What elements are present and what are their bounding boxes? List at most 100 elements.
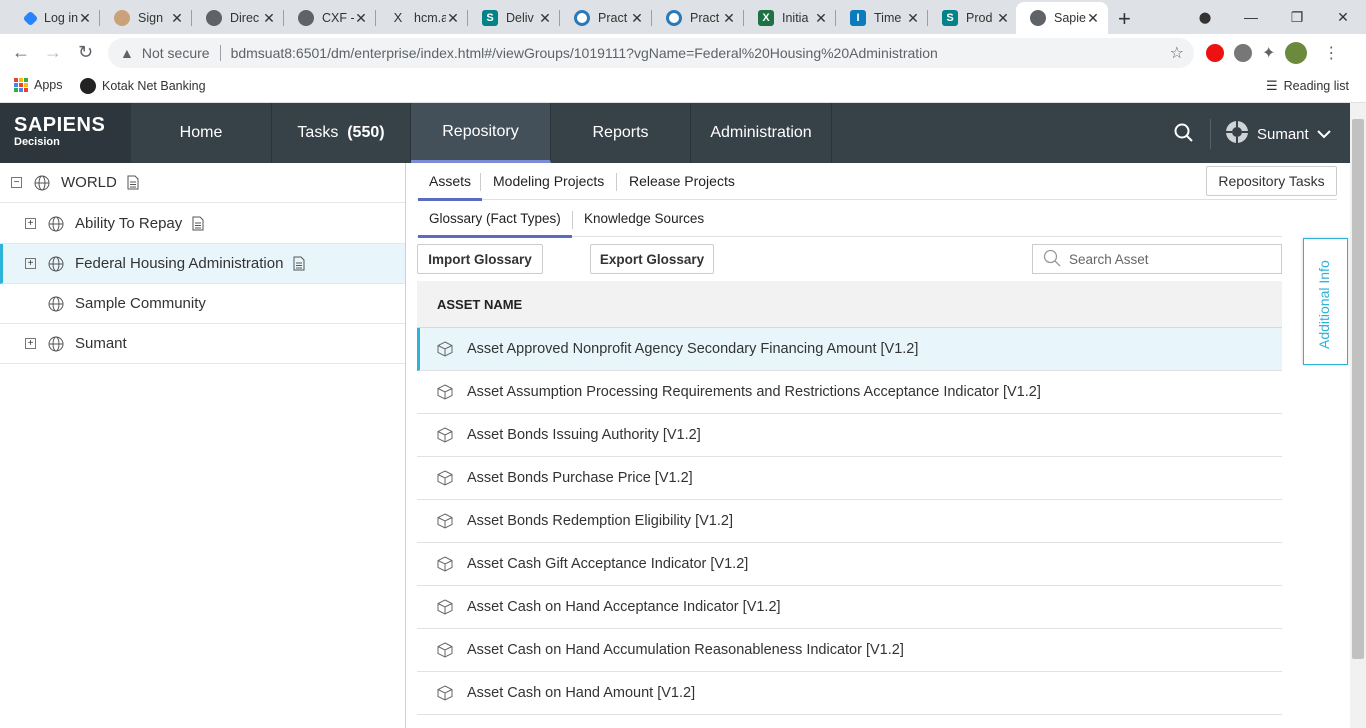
document-icon[interactable]	[293, 256, 305, 271]
tab-title: hcm.a	[414, 11, 446, 25]
asset-row[interactable]: Asset Cash on Hand Accumulation Reasonab…	[417, 629, 1282, 672]
export-glossary-button[interactable]: Export Glossary	[590, 244, 714, 274]
new-tab-button[interactable]: +	[1118, 6, 1131, 32]
expand-icon[interactable]: +	[25, 258, 36, 269]
nav-home[interactable]: Home	[131, 103, 272, 163]
document-icon[interactable]	[127, 175, 139, 190]
tab-title: Sign	[138, 11, 164, 25]
browser-tab[interactable]: S Prod ✕	[928, 4, 1018, 32]
tree-item-federal-housing-administration[interactable]: + Federal Housing Administration	[0, 244, 405, 284]
user-name: Sumant	[1257, 125, 1309, 143]
close-icon[interactable]: ✕	[1086, 10, 1100, 27]
group-tree: − WORLD + Ability To Repay + Federal Hou…	[0, 163, 406, 728]
tree-item-sumant[interactable]: + Sumant	[0, 324, 405, 364]
close-icon[interactable]: ✕	[538, 10, 552, 27]
tree-item-ability-to-repay[interactable]: + Ability To Repay	[0, 204, 405, 244]
asset-name: Asset Assumption Processing Requirements…	[467, 384, 1041, 400]
adblock-icon[interactable]	[1206, 44, 1224, 62]
user-avatar-icon	[1225, 120, 1249, 148]
apps-bookmark[interactable]: Apps	[14, 78, 63, 92]
minimize-icon[interactable]: —	[1228, 9, 1274, 25]
menu-dots-icon[interactable]: ⋮	[1323, 43, 1339, 63]
close-icon[interactable]: ✕	[354, 10, 368, 27]
collapse-icon[interactable]: −	[11, 177, 22, 188]
nav-repository[interactable]: Repository	[411, 103, 551, 163]
extension-icon[interactable]	[1234, 44, 1252, 62]
asset-row[interactable]: Asset Cash Gift Acceptance Indicator [V1…	[417, 543, 1282, 586]
sapiens-logo[interactable]: SAPIENS Decision	[0, 103, 131, 163]
tab-modeling-projects[interactable]: Modeling Projects	[493, 173, 604, 189]
browser-tab[interactable]: Log in ✕	[8, 4, 100, 32]
browser-tab[interactable]: Direc ✕	[192, 4, 284, 32]
close-icon[interactable]: ✕	[722, 10, 736, 27]
asset-row[interactable]: Asset Cash on Hand Amount [V1.2]	[417, 672, 1282, 715]
puzzle-icon[interactable]: ✦	[1262, 43, 1275, 63]
search-asset-input[interactable]: Search Asset	[1032, 244, 1282, 274]
tree-root-world[interactable]: − WORLD	[0, 163, 405, 203]
browser-tab-active[interactable]: Sapie ✕	[1016, 2, 1108, 34]
bookmark-star-icon[interactable]: ☆	[1170, 43, 1184, 63]
close-icon[interactable]: ✕	[906, 10, 920, 27]
cube-icon	[437, 599, 453, 615]
expand-icon[interactable]: +	[25, 338, 36, 349]
close-icon[interactable]: ✕	[630, 10, 644, 27]
close-icon[interactable]: ✕	[78, 10, 92, 27]
close-icon[interactable]: ✕	[814, 10, 828, 27]
browser-tab[interactable]: S Deliv ✕	[468, 4, 560, 32]
timesheet-icon: I	[850, 10, 866, 26]
sharepoint-icon: S	[482, 10, 498, 26]
asset-row[interactable]: Asset Bonds Redemption Eligibility [V1.2…	[417, 500, 1282, 543]
asset-row[interactable]: Asset Bonds Issuing Authority [V1.2]	[417, 414, 1282, 457]
nav-reports[interactable]: Reports	[551, 103, 691, 163]
additional-info-panel-toggle[interactable]: Additional Info	[1303, 238, 1348, 365]
import-glossary-button[interactable]: Import Glossary	[417, 244, 543, 274]
document-icon[interactable]	[192, 216, 204, 231]
kotak-bookmark[interactable]: Kotak Net Banking	[80, 78, 206, 94]
repository-tasks-button[interactable]: Repository Tasks	[1206, 166, 1337, 196]
browser-tab[interactable]: X hcm.a ✕	[376, 4, 468, 32]
tab-title: Prod	[966, 11, 993, 25]
nav-tasks[interactable]: Tasks (550)	[272, 103, 411, 163]
asset-row[interactable]: Asset Assumption Processing Requirements…	[417, 371, 1282, 414]
asset-row[interactable]: Asset Cash on Hand Acceptance Indicator …	[417, 586, 1282, 629]
close-icon[interactable]: ✕	[996, 10, 1010, 27]
back-icon[interactable]: ←	[12, 42, 30, 63]
address-bar[interactable]: ▲ Not secure bdmsuat8:6501/dm/enterprise…	[108, 38, 1194, 68]
forward-icon[interactable]: →	[44, 42, 62, 63]
close-window-icon[interactable]: ✕	[1320, 9, 1366, 26]
tab-search-icon[interactable]: ⬤	[1182, 11, 1228, 24]
tree-label: Sample Community	[75, 295, 206, 312]
avatar-icon	[114, 10, 130, 26]
cube-icon	[437, 685, 453, 701]
browser-tab[interactable]: I Time ✕	[836, 4, 928, 32]
browser-tab[interactable]: Sign ✕	[100, 4, 192, 32]
tab-release-projects[interactable]: Release Projects	[629, 173, 735, 189]
restore-icon[interactable]: ❐	[1274, 9, 1320, 26]
page-scrollbar[interactable]	[1350, 103, 1366, 728]
cube-icon	[437, 642, 453, 658]
close-icon[interactable]: ✕	[170, 10, 184, 27]
reading-list-bookmark[interactable]: ☰ Reading list	[1266, 78, 1349, 94]
browser-tab[interactable]: Pract ✕	[560, 4, 652, 32]
asset-row[interactable]: Asset Bonds Purchase Price [V1.2]	[417, 457, 1282, 500]
browser-tab[interactable]: X Initia ✕	[744, 4, 836, 32]
tab-glossary[interactable]: Glossary (Fact Types)	[418, 211, 572, 238]
asset-name-column-header[interactable]: ASSET NAME	[417, 281, 1282, 328]
close-icon[interactable]: ✕	[262, 10, 276, 27]
expand-icon[interactable]: +	[25, 218, 36, 229]
nav-administration[interactable]: Administration	[691, 103, 832, 163]
tree-item-sample-community[interactable]: Sample Community	[0, 284, 405, 324]
bookmarks-bar: Apps Kotak Net Banking ☰ Reading list	[0, 72, 1366, 103]
scroll-thumb[interactable]	[1352, 119, 1364, 659]
asset-row[interactable]: Asset Approved Nonprofit Agency Secondar…	[417, 328, 1282, 371]
window-controls: ⬤ — ❐ ✕	[1182, 0, 1366, 34]
tab-knowledge-sources[interactable]: Knowledge Sources	[584, 211, 704, 226]
browser-tab[interactable]: Pract ✕	[652, 4, 744, 32]
profile-avatar[interactable]	[1285, 42, 1308, 64]
reload-icon[interactable]: ↻	[78, 42, 93, 63]
search-icon[interactable]	[1174, 123, 1194, 148]
close-icon[interactable]: ✕	[446, 10, 460, 27]
user-menu[interactable]: Sumant	[1210, 119, 1331, 149]
tab-assets[interactable]: Assets	[418, 173, 483, 201]
browser-tab[interactable]: CXF - ✕	[284, 4, 376, 32]
